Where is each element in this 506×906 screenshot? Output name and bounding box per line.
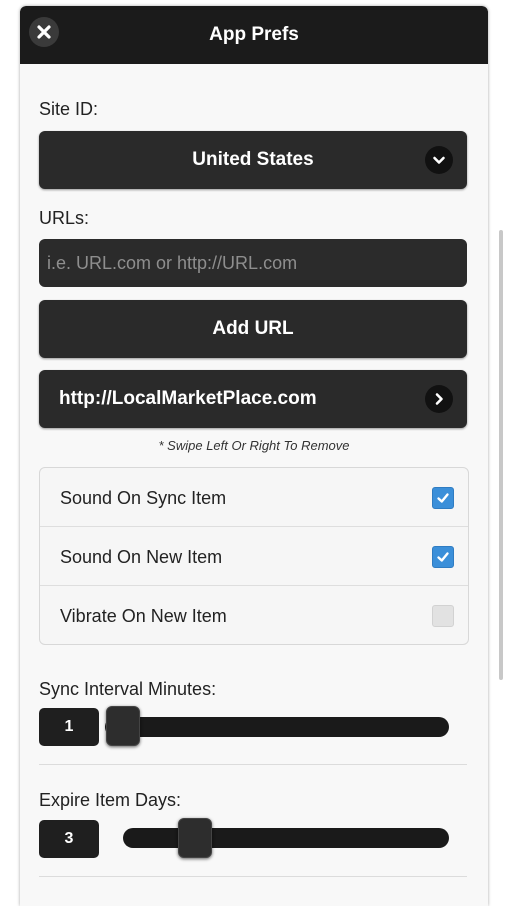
add-url-label: Add URL <box>212 318 294 339</box>
option-label: Vibrate On New Item <box>60 606 227 626</box>
sound-new-checkbox[interactable] <box>432 546 454 568</box>
url-list-item[interactable]: http://LocalMarketPlace.com <box>39 370 467 428</box>
option-sound-sync[interactable]: Sound On Sync Item <box>40 468 468 527</box>
option-label: Sound On Sync Item <box>60 488 227 508</box>
site-id-label: Site ID: <box>39 99 99 119</box>
sync-interval-label: Sync Interval Minutes: <box>39 679 217 699</box>
checkmark-icon <box>437 493 449 503</box>
sound-sync-checkbox[interactable] <box>432 487 454 509</box>
page-title: App Prefs <box>209 24 299 45</box>
header-bar: App Prefs <box>20 6 488 64</box>
expire-days-label: Expire Item Days: <box>39 790 182 810</box>
add-url-button[interactable]: Add URL <box>39 300 467 358</box>
scrollbar[interactable] <box>499 230 503 680</box>
divider <box>39 764 467 765</box>
swipe-hint: * Swipe Left Or Right To Remove <box>158 438 350 453</box>
chevron-right-icon <box>425 385 453 413</box>
divider <box>39 876 467 877</box>
vibrate-new-checkbox[interactable] <box>432 605 454 627</box>
url-input[interactable] <box>39 239 467 287</box>
urls-label: URLs: <box>39 208 90 228</box>
app-prefs-panel: App Prefs Site ID: United States URLs: A… <box>20 6 488 906</box>
site-id-value: United States <box>192 149 314 170</box>
sync-interval-slider-track[interactable] <box>105 717 449 737</box>
expire-days-value: 3 <box>39 820 99 858</box>
chevron-down-icon <box>425 146 453 174</box>
options-list: Sound On Sync Item Sound On New Item Vib… <box>39 467 469 645</box>
option-sound-new[interactable]: Sound On New Item <box>40 527 468 586</box>
sync-interval-value: 1 <box>39 708 99 746</box>
sync-interval-slider-handle[interactable] <box>106 706 140 746</box>
expire-days-slider-track[interactable] <box>123 828 449 848</box>
expire-days-slider-handle[interactable] <box>178 818 212 858</box>
url-item-label: http://LocalMarketPlace.com <box>59 388 317 409</box>
option-vibrate-new[interactable]: Vibrate On New Item <box>40 586 468 644</box>
checkmark-icon <box>437 552 449 562</box>
site-id-select[interactable]: United States <box>39 131 467 189</box>
option-label: Sound On New Item <box>60 547 223 567</box>
